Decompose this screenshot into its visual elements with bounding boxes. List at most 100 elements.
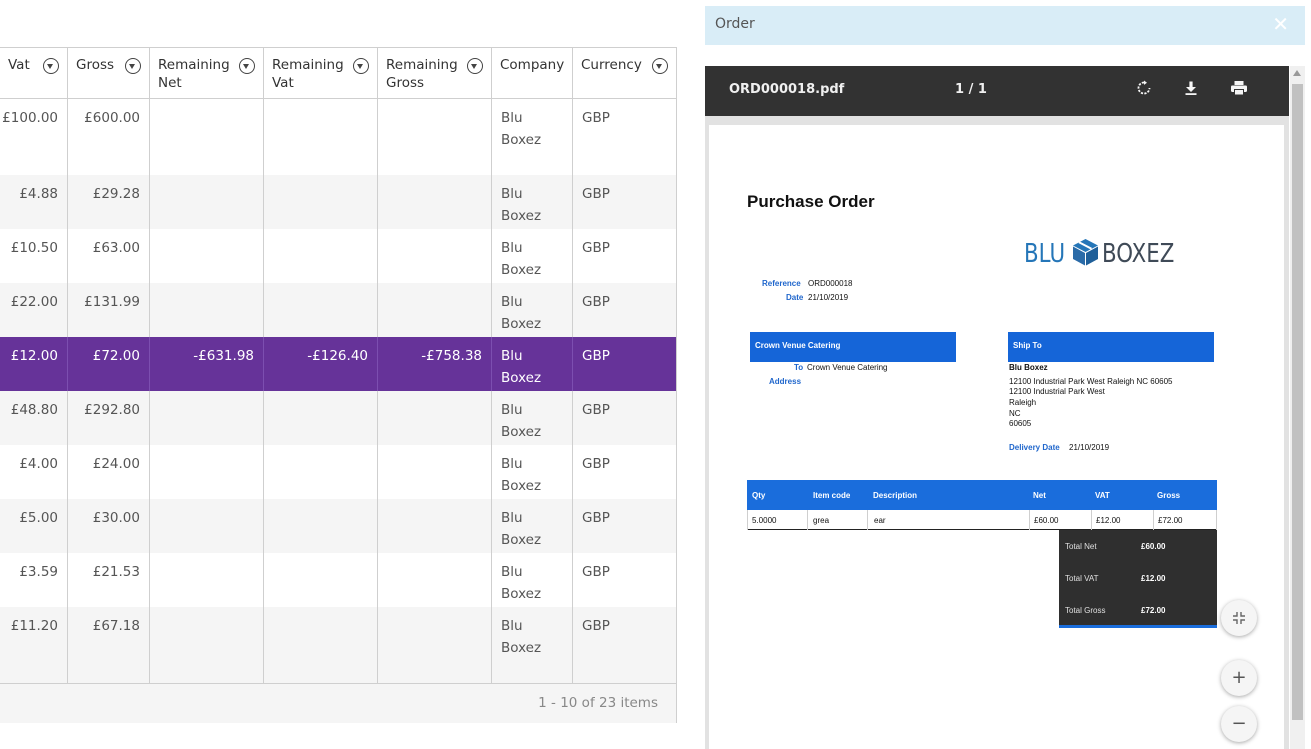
supplier-box: Crown Venue Catering [750,332,956,362]
table-cell-vat: £4.88 [0,175,68,229]
table-cell-currency: GBP [582,402,610,418]
column-header-vat[interactable]: Vat [0,48,68,98]
column-header-currency[interactable]: Currency [573,48,676,98]
table-cell-gross: £21.53 [68,553,150,607]
close-icon[interactable]: ✕ [1272,14,1289,34]
order-panel-header: Order ✕ [705,6,1305,45]
table-cell-currency: GBP [582,110,610,126]
column-header-company[interactable]: Company [492,48,573,98]
logo-text-left: BLU [1024,239,1066,269]
shipto-line: 60605 [1009,419,1032,428]
to-label: To [794,363,804,372]
table-divider [1216,510,1217,530]
table-cell-gross: £131.99 [68,283,150,337]
table-cell-vat: £5.00 [0,499,68,553]
total-vat-value: £12.00 [1141,574,1166,583]
table-row[interactable]: £10.50 £63.00 Blu Boxez GBP [0,229,676,283]
table-cell-vat: £3.59 [0,553,68,607]
filter-icon[interactable] [652,58,668,74]
table-cell-rem-gross [378,499,492,553]
pdf-toolbar: ORD000018.pdf 1 / 1 [705,66,1289,116]
table-row[interactable]: £3.59 £21.53 Blu Boxez GBP [0,553,676,607]
pdf-page-area[interactable]: Purchase Order BLU BOXEZ Reference ORD00… [705,116,1289,749]
to-value: Crown Venue Catering [807,363,888,372]
table-cell-currency: GBP [582,564,610,580]
table-cell-rem-gross [378,607,492,683]
pdf-page-indicator: 1 / 1 [955,82,987,97]
table-divider [1029,510,1030,530]
company-logo: BLU BOXEZ [1024,237,1190,271]
table-cell-rem-vat [264,283,378,337]
item-vat: £12.00 [1096,516,1121,525]
table-cell-currency: GBP [582,456,610,472]
totals-box: Total Net £60.00 Total VAT £12.00 Total … [1059,530,1217,628]
pdf-viewer: ORD000018.pdf 1 / 1 Purchase Order BLU B… [705,66,1289,749]
table-cell-company: Blu Boxez [492,391,573,445]
shipto-name: Blu Boxez [1009,363,1048,372]
table-row[interactable]: £48.80 £292.80 Blu Boxez GBP [0,391,676,445]
filter-icon[interactable] [353,58,369,74]
table-cell-rem-vat [264,445,378,499]
table-row[interactable]: £22.00 £131.99 Blu Boxez GBP [0,283,676,337]
item-gross: £72.00 [1158,516,1183,525]
column-header-remaining-gross[interactable]: Remaining Gross [378,48,492,98]
grid-header: Vat Gross Remaining Net Remaining Vat Re… [0,48,676,99]
table-cell-gross: £63.00 [68,229,150,283]
print-icon[interactable] [1226,78,1252,104]
table-cell-currency: GBP [582,240,610,256]
table-cell-gross: £30.00 [68,499,150,553]
pager-info: 1 - 10 of 23 items [538,695,658,711]
orders-grid: Vat Gross Remaining Net Remaining Vat Re… [0,47,677,723]
items-header-vat: VAT [1095,491,1110,500]
total-net-label: Total Net [1065,542,1097,551]
table-row[interactable]: £4.88 £29.28 Blu Boxez GBP [0,175,676,229]
table-cell-company: Blu Boxez [492,499,573,553]
table-cell-rem-vat [264,499,378,553]
filter-icon[interactable] [239,58,255,74]
table-row[interactable]: £12.00 £72.00 -£631.98 -£126.40 -£758.38 Blu … [0,337,676,391]
table-cell-vat: £100.00 [0,99,68,175]
table-row[interactable]: £11.20 £67.18 Blu Boxez GBP [0,607,676,683]
table-cell-currency: GBP [582,510,610,526]
rotate-icon[interactable] [1131,78,1157,104]
table-cell-rem-gross [378,553,492,607]
zoom-out-button[interactable]: − [1221,706,1257,742]
table-cell-company: Blu Boxez [492,283,573,337]
table-cell-company: Blu Boxez [492,175,573,229]
item-code: grea [813,516,830,525]
column-header-remaining-net[interactable]: Remaining Net [150,48,264,98]
filter-icon[interactable] [43,58,59,74]
item-description: ear [874,516,886,525]
download-icon[interactable] [1178,78,1204,104]
zoom-out-icon: − [1231,713,1247,734]
filter-icon[interactable] [125,58,141,74]
zoom-in-button[interactable]: + [1221,660,1257,696]
viewer-scrollbar[interactable] [1290,66,1305,749]
box-logo-icon [1072,238,1099,270]
table-cell-rem-net [150,607,264,683]
table-cell-rem-gross [378,175,492,229]
table-cell-rem-net [150,229,264,283]
table-row[interactable]: £4.00 £24.00 Blu Boxez GBP [0,445,676,499]
collapse-icon [1233,612,1245,624]
table-cell-company: Blu Boxez [492,229,573,283]
table-row[interactable]: £5.00 £30.00 Blu Boxez GBP [0,499,676,553]
scroll-thumb[interactable] [1292,84,1303,720]
table-cell-currency: GBP [582,618,610,634]
address-label: Address [769,377,802,386]
column-header-remaining-vat[interactable]: Remaining Vat [264,48,378,98]
scroll-up-arrow-icon[interactable] [1293,70,1301,76]
table-cell-rem-vat [264,553,378,607]
table-cell-rem-gross [378,283,492,337]
collapse-button[interactable] [1221,600,1257,636]
table-row[interactable]: £100.00 £600.00 Blu Boxez GBP [0,99,676,175]
column-header-label: Company [500,57,565,73]
table-cell-vat: £11.20 [0,607,68,683]
order-panel-title: Order [715,16,755,32]
column-header-gross[interactable]: Gross [68,48,150,98]
table-cell-rem-gross [378,229,492,283]
filter-icon[interactable] [467,58,483,74]
table-cell-vat: £10.50 [0,229,68,283]
table-cell-rem-net [150,391,264,445]
table-cell-gross: £67.18 [68,607,150,683]
